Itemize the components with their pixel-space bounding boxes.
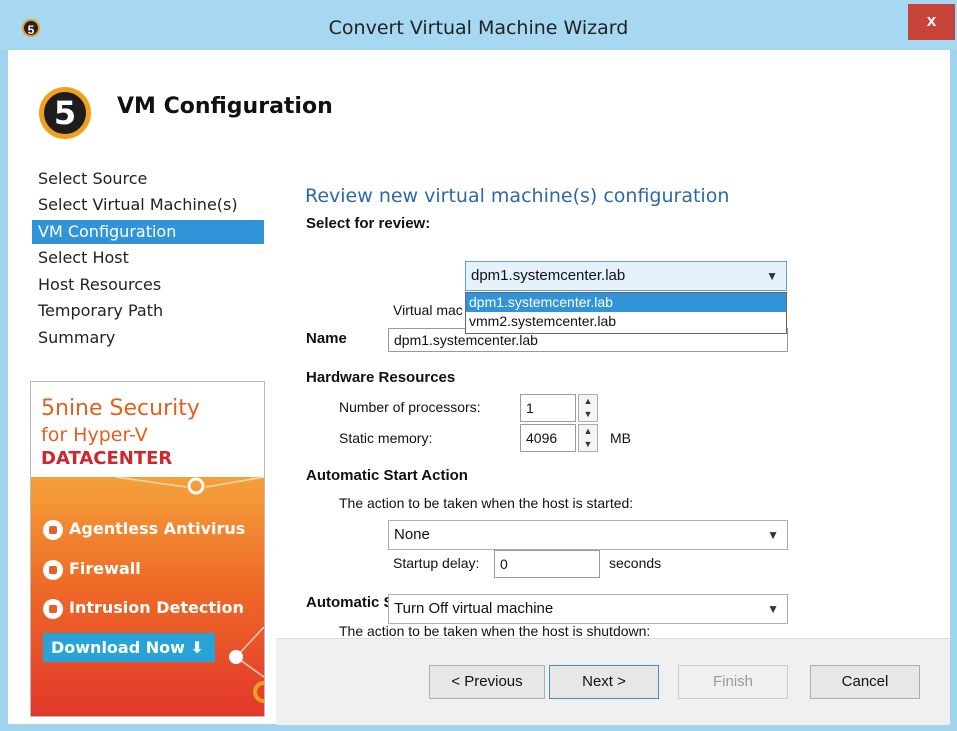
stop-action-value: Turn Off virtual machine: [394, 600, 554, 617]
startup-delay-unit: seconds: [609, 555, 662, 571]
chevron-up-icon[interactable]: ▲: [579, 395, 597, 408]
start-action-description: The action to be taken when the host is …: [339, 495, 634, 511]
stop-action-description: The action to be taken when the host is …: [339, 623, 651, 639]
step-temporary-path[interactable]: Temporary Path: [32, 299, 264, 323]
chevron-down-icon: ▼: [767, 528, 779, 542]
ad-feature-panel: Agentless Antivirus Firewall Intrusion D…: [31, 477, 264, 716]
processors-input[interactable]: 1: [520, 394, 576, 422]
finish-button[interactable]: Finish: [678, 665, 788, 699]
chevron-down-icon: ▼: [767, 602, 779, 616]
dropdown-option-vmm2[interactable]: vmm2.systemcenter.lab: [466, 312, 786, 331]
memory-label: Static memory:: [339, 430, 433, 446]
processors-label: Number of processors:: [339, 399, 481, 415]
config-panel: Review new virtual machine(s) configurat…: [276, 156, 950, 639]
dropdown-option-dpm1[interactable]: dpm1.systemcenter.lab: [466, 293, 786, 312]
vm-review-dropdown-list[interactable]: dpm1.systemcenter.lab vmm2.systemcenter.…: [465, 292, 787, 334]
wizard-header: 5 VM Configuration: [8, 50, 950, 156]
brand-logo-icon: 5: [39, 87, 91, 139]
download-label: Download Now: [51, 638, 185, 657]
shield-icon: [43, 519, 63, 540]
ad-feature-label: Intrusion Detection: [69, 598, 244, 617]
firewall-icon: [43, 559, 63, 580]
step-select-source[interactable]: Select Source: [32, 167, 264, 191]
stop-action-select[interactable]: Turn Off virtual machine ▼: [388, 594, 788, 624]
start-action-value: None: [394, 526, 430, 543]
startup-delay-label: Startup delay:: [393, 555, 480, 571]
advertisement-banner[interactable]: 5nine Security for Hyper-V DATACENTER Ag…: [30, 381, 265, 717]
startup-delay-input[interactable]: 0: [494, 550, 600, 578]
ad-feature-antivirus: Agentless Antivirus: [43, 516, 245, 542]
memory-stepper[interactable]: ▲ ▼: [578, 424, 598, 452]
cancel-button[interactable]: Cancel: [810, 665, 920, 699]
close-button[interactable]: x: [908, 4, 955, 40]
ad-title: 5nine Security: [41, 396, 200, 421]
ad-feature-intrusion: Intrusion Detection: [43, 595, 244, 621]
step-select-virtual-machines[interactable]: Select Virtual Machine(s): [32, 193, 264, 217]
step-select-host[interactable]: Select Host: [32, 246, 264, 270]
wizard-window: 5 Convert Virtual Machine Wizard x 5 VM …: [0, 0, 957, 731]
previous-button[interactable]: < Previous: [429, 665, 545, 699]
review-heading: Review new virtual machine(s) configurat…: [305, 185, 730, 207]
ad-feature-label: Firewall: [69, 559, 141, 578]
memory-input[interactable]: 4096: [520, 424, 576, 452]
ad-feature-firewall: Firewall: [43, 556, 141, 582]
step-vm-configuration[interactable]: VM Configuration: [32, 220, 264, 244]
vm-name-caption: Virtual mac: [393, 302, 463, 318]
chevron-down-icon[interactable]: ▼: [579, 438, 597, 451]
vm-review-select[interactable]: dpm1.systemcenter.lab ▼: [465, 261, 787, 291]
start-action-select[interactable]: None ▼: [388, 520, 788, 550]
step-summary[interactable]: Summary: [32, 326, 264, 350]
ad-subtitle: for Hyper-V: [41, 424, 148, 446]
wizard-footer: < Previous Next > Finish Cancel: [276, 638, 950, 725]
ad-feature-label: Agentless Antivirus: [69, 519, 246, 538]
chevron-down-icon: ▼: [766, 269, 778, 283]
download-now-button[interactable]: Download Now ⬇: [43, 633, 215, 662]
wizard-content: 5 VM Configuration Select Source Select …: [8, 50, 950, 725]
vm-review-select-value: dpm1.systemcenter.lab: [471, 267, 626, 284]
start-action-label: Automatic Start Action: [306, 467, 468, 484]
window-title: Convert Virtual Machine Wizard: [328, 17, 629, 39]
processors-stepper[interactable]: ▲ ▼: [578, 394, 598, 422]
ad-edition: DATACENTER: [41, 448, 173, 469]
page-title: VM Configuration: [117, 94, 333, 119]
alert-icon: [43, 598, 63, 619]
hardware-resources-label: Hardware Resources: [306, 369, 456, 386]
chevron-up-icon[interactable]: ▲: [579, 425, 597, 438]
name-label: Name: [306, 330, 347, 347]
memory-unit: MB: [610, 430, 631, 446]
ad-header: 5nine Security for Hyper-V DATACENTER: [31, 382, 264, 477]
chevron-down-icon[interactable]: ▼: [579, 408, 597, 421]
download-arrow-icon: ⬇: [190, 638, 204, 657]
select-for-review-label: Select for review:: [306, 215, 431, 232]
step-host-resources[interactable]: Host Resources: [32, 273, 264, 297]
title-bar: 5 Convert Virtual Machine Wizard x: [0, 0, 957, 50]
next-button[interactable]: Next >: [549, 665, 659, 699]
